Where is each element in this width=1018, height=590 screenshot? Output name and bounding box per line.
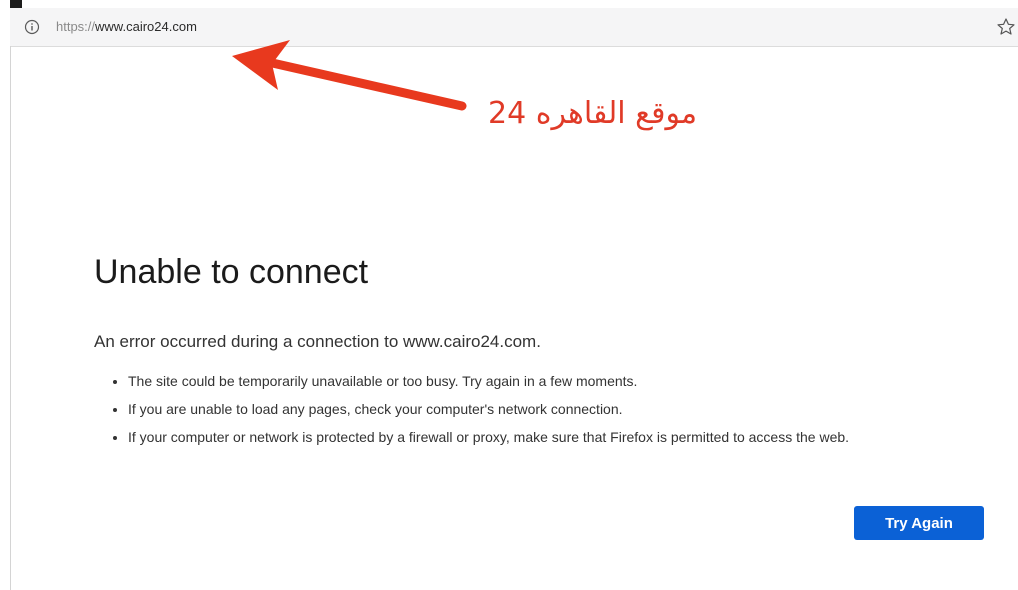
error-reasons-list: The site could be temporarily unavailabl… (94, 370, 984, 454)
browser-toolbar: https://www.cairo24.com (10, 8, 1018, 47)
address-bar[interactable]: https://www.cairo24.com (56, 19, 197, 35)
url-host: www.cairo24.com (95, 19, 197, 34)
star-icon[interactable] (996, 17, 1016, 37)
reason-item: If you are unable to load any pages, che… (128, 398, 984, 420)
window-corner (10, 0, 22, 8)
screenshot-frame: https://www.cairo24.com موقع القاهره 24 … (0, 0, 1018, 590)
reason-item: If your computer or network is protected… (128, 426, 984, 448)
annotation-label: موقع القاهره 24 (488, 96, 698, 131)
red-arrow-annotation (232, 40, 467, 111)
error-title: Unable to connect (94, 253, 369, 291)
try-again-button[interactable]: Try Again (854, 506, 984, 540)
window-left-border (10, 46, 11, 590)
url-scheme: https:// (56, 19, 96, 34)
info-icon[interactable] (24, 19, 40, 35)
reason-item: The site could be temporarily unavailabl… (128, 370, 984, 392)
error-message: An error occurred during a connection to… (94, 332, 541, 351)
